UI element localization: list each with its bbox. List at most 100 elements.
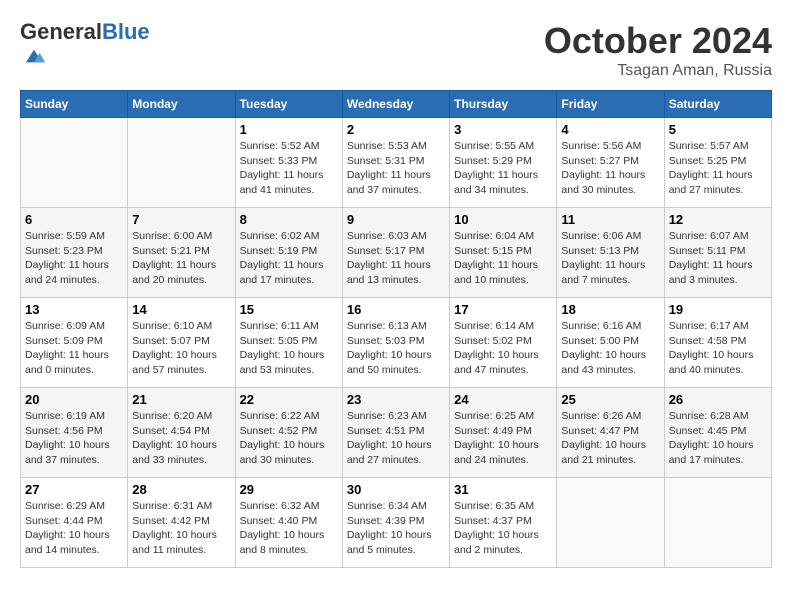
day-detail: Sunrise: 6:10 AM Sunset: 5:07 PM Dayligh… [132, 319, 230, 378]
day-detail: Sunrise: 5:59 AM Sunset: 5:23 PM Dayligh… [25, 229, 123, 288]
calendar-day-cell: 29 Sunrise: 6:32 AM Sunset: 4:40 PM Dayli… [235, 478, 342, 568]
day-number: 5 [669, 122, 767, 137]
day-of-week-header: Monday [128, 91, 235, 118]
calendar-day-cell: 22 Sunrise: 6:22 AM Sunset: 4:52 PM Dayli… [235, 388, 342, 478]
day-detail: Sunrise: 6:34 AM Sunset: 4:39 PM Dayligh… [347, 499, 445, 558]
day-number: 31 [454, 482, 552, 497]
calendar-day-cell: 6 Sunrise: 5:59 AM Sunset: 5:23 PM Daylig… [21, 208, 128, 298]
calendar-day-cell [557, 478, 664, 568]
day-of-week-header: Tuesday [235, 91, 342, 118]
calendar-day-cell: 30 Sunrise: 6:34 AM Sunset: 4:39 PM Dayli… [342, 478, 449, 568]
day-detail: Sunrise: 6:13 AM Sunset: 5:03 PM Dayligh… [347, 319, 445, 378]
calendar-day-cell: 2Sunrise: 5:53 AM Sunset: 5:31 PM Daylig… [342, 118, 449, 208]
calendar-day-cell: 28 Sunrise: 6:31 AM Sunset: 4:42 PM Dayli… [128, 478, 235, 568]
day-of-week-header: Sunday [21, 91, 128, 118]
calendar-week-row: 1 Sunrise: 5:52 AM Sunset: 5:33 PM Daylig… [21, 118, 772, 208]
day-number: 3 [454, 122, 552, 137]
calendar-day-cell: 21Sunrise: 6:20 AM Sunset: 4:54 PM Dayli… [128, 388, 235, 478]
day-number: 14 [132, 302, 230, 317]
day-detail: Sunrise: 6:03 AM Sunset: 5:17 PM Dayligh… [347, 229, 445, 288]
day-detail: Sunrise: 6:28 AM Sunset: 4:45 PM Dayligh… [669, 409, 767, 468]
calendar-day-cell: 31 Sunrise: 6:35 AM Sunset: 4:37 PM Dayli… [450, 478, 557, 568]
day-detail: Sunrise: 6:32 AM Sunset: 4:40 PM Dayligh… [240, 499, 338, 558]
calendar-day-cell: 25 Sunrise: 6:26 AM Sunset: 4:47 PM Dayli… [557, 388, 664, 478]
calendar-day-cell: 12Sunrise: 6:07 AM Sunset: 5:11 PM Dayli… [664, 208, 771, 298]
title-block: October 2024 Tsagan Aman, Russia [544, 20, 772, 80]
day-detail: Sunrise: 6:20 AM Sunset: 4:54 PM Dayligh… [132, 409, 230, 468]
calendar-day-cell: 10Sunrise: 6:04 AM Sunset: 5:15 PM Dayli… [450, 208, 557, 298]
calendar-day-cell: 13 Sunrise: 6:09 AM Sunset: 5:09 PM Dayli… [21, 298, 128, 388]
day-detail: Sunrise: 5:57 AM Sunset: 5:25 PM Dayligh… [669, 139, 767, 198]
day-detail: Sunrise: 6:23 AM Sunset: 4:51 PM Dayligh… [347, 409, 445, 468]
day-detail: Sunrise: 5:55 AM Sunset: 5:29 PM Dayligh… [454, 139, 552, 198]
day-detail: Sunrise: 6:26 AM Sunset: 4:47 PM Dayligh… [561, 409, 659, 468]
day-number: 27 [25, 482, 123, 497]
location-title: Tsagan Aman, Russia [544, 62, 772, 80]
calendar-day-cell: 7 Sunrise: 6:00 AM Sunset: 5:21 PM Daylig… [128, 208, 235, 298]
calendar-day-cell: 4Sunrise: 5:56 AM Sunset: 5:27 PM Daylig… [557, 118, 664, 208]
calendar-week-row: 6 Sunrise: 5:59 AM Sunset: 5:23 PM Daylig… [21, 208, 772, 298]
logo: GeneralBlue [20, 20, 150, 73]
day-of-week-header: Saturday [664, 91, 771, 118]
day-number: 9 [347, 212, 445, 227]
day-detail: Sunrise: 5:56 AM Sunset: 5:27 PM Dayligh… [561, 139, 659, 198]
day-detail: Sunrise: 6:14 AM Sunset: 5:02 PM Dayligh… [454, 319, 552, 378]
day-detail: Sunrise: 6:07 AM Sunset: 5:11 PM Dayligh… [669, 229, 767, 288]
day-number: 11 [561, 212, 659, 227]
calendar-day-cell [128, 118, 235, 208]
day-number: 25 [561, 392, 659, 407]
day-number: 29 [240, 482, 338, 497]
calendar-day-cell: 27 Sunrise: 6:29 AM Sunset: 4:44 PM Dayli… [21, 478, 128, 568]
logo-general: General [20, 19, 102, 44]
day-detail: Sunrise: 6:22 AM Sunset: 4:52 PM Dayligh… [240, 409, 338, 468]
day-detail: Sunrise: 6:02 AM Sunset: 5:19 PM Dayligh… [240, 229, 338, 288]
day-number: 20 [25, 392, 123, 407]
day-detail: Sunrise: 6:00 AM Sunset: 5:21 PM Dayligh… [132, 229, 230, 288]
day-detail: Sunrise: 6:19 AM Sunset: 4:56 PM Dayligh… [25, 409, 123, 468]
day-number: 13 [25, 302, 123, 317]
day-detail: Sunrise: 6:09 AM Sunset: 5:09 PM Dayligh… [25, 319, 123, 378]
calendar-day-cell: 19Sunrise: 6:17 AM Sunset: 4:58 PM Dayli… [664, 298, 771, 388]
calendar-day-cell [21, 118, 128, 208]
day-number: 22 [240, 392, 338, 407]
calendar-day-cell: 8 Sunrise: 6:02 AM Sunset: 5:19 PM Daylig… [235, 208, 342, 298]
day-number: 23 [347, 392, 445, 407]
day-number: 10 [454, 212, 552, 227]
day-number: 1 [240, 122, 338, 137]
calendar-table: SundayMondayTuesdayWednesdayThursdayFrid… [20, 90, 772, 568]
calendar-day-cell: 3 Sunrise: 5:55 AM Sunset: 5:29 PM Daylig… [450, 118, 557, 208]
calendar-day-cell: 9 Sunrise: 6:03 AM Sunset: 5:17 PM Daylig… [342, 208, 449, 298]
day-number: 26 [669, 392, 767, 407]
day-number: 28 [132, 482, 230, 497]
day-number: 2 [347, 122, 445, 137]
day-number: 8 [240, 212, 338, 227]
calendar-day-cell: 20 Sunrise: 6:19 AM Sunset: 4:56 PM Dayli… [21, 388, 128, 478]
day-number: 17 [454, 302, 552, 317]
logo-icon [22, 44, 46, 68]
calendar-day-cell: 23 Sunrise: 6:23 AM Sunset: 4:51 PM Dayli… [342, 388, 449, 478]
calendar-week-row: 13 Sunrise: 6:09 AM Sunset: 5:09 PM Dayli… [21, 298, 772, 388]
day-of-week-header: Wednesday [342, 91, 449, 118]
calendar-day-cell: 15Sunrise: 6:11 AM Sunset: 5:05 PM Dayli… [235, 298, 342, 388]
day-number: 30 [347, 482, 445, 497]
day-of-week-header: Thursday [450, 91, 557, 118]
day-detail: Sunrise: 6:31 AM Sunset: 4:42 PM Dayligh… [132, 499, 230, 558]
calendar-week-row: 20 Sunrise: 6:19 AM Sunset: 4:56 PM Dayli… [21, 388, 772, 478]
calendar-body: 1 Sunrise: 5:52 AM Sunset: 5:33 PM Daylig… [21, 118, 772, 568]
calendar-day-cell: 18 Sunrise: 6:16 AM Sunset: 5:00 PM Dayli… [557, 298, 664, 388]
calendar-day-cell: 5 Sunrise: 5:57 AM Sunset: 5:25 PM Daylig… [664, 118, 771, 208]
day-number: 18 [561, 302, 659, 317]
day-number: 6 [25, 212, 123, 227]
day-detail: Sunrise: 6:25 AM Sunset: 4:49 PM Dayligh… [454, 409, 552, 468]
day-detail: Sunrise: 6:29 AM Sunset: 4:44 PM Dayligh… [25, 499, 123, 558]
day-number: 19 [669, 302, 767, 317]
calendar-day-cell: 24Sunrise: 6:25 AM Sunset: 4:49 PM Dayli… [450, 388, 557, 478]
day-detail: Sunrise: 6:35 AM Sunset: 4:37 PM Dayligh… [454, 499, 552, 558]
calendar-day-cell: 14 Sunrise: 6:10 AM Sunset: 5:07 PM Dayli… [128, 298, 235, 388]
calendar-day-cell [664, 478, 771, 568]
day-number: 15 [240, 302, 338, 317]
calendar-day-cell: 11Sunrise: 6:06 AM Sunset: 5:13 PM Dayli… [557, 208, 664, 298]
day-detail: Sunrise: 5:52 AM Sunset: 5:33 PM Dayligh… [240, 139, 338, 198]
day-detail: Sunrise: 6:16 AM Sunset: 5:00 PM Dayligh… [561, 319, 659, 378]
day-number: 7 [132, 212, 230, 227]
